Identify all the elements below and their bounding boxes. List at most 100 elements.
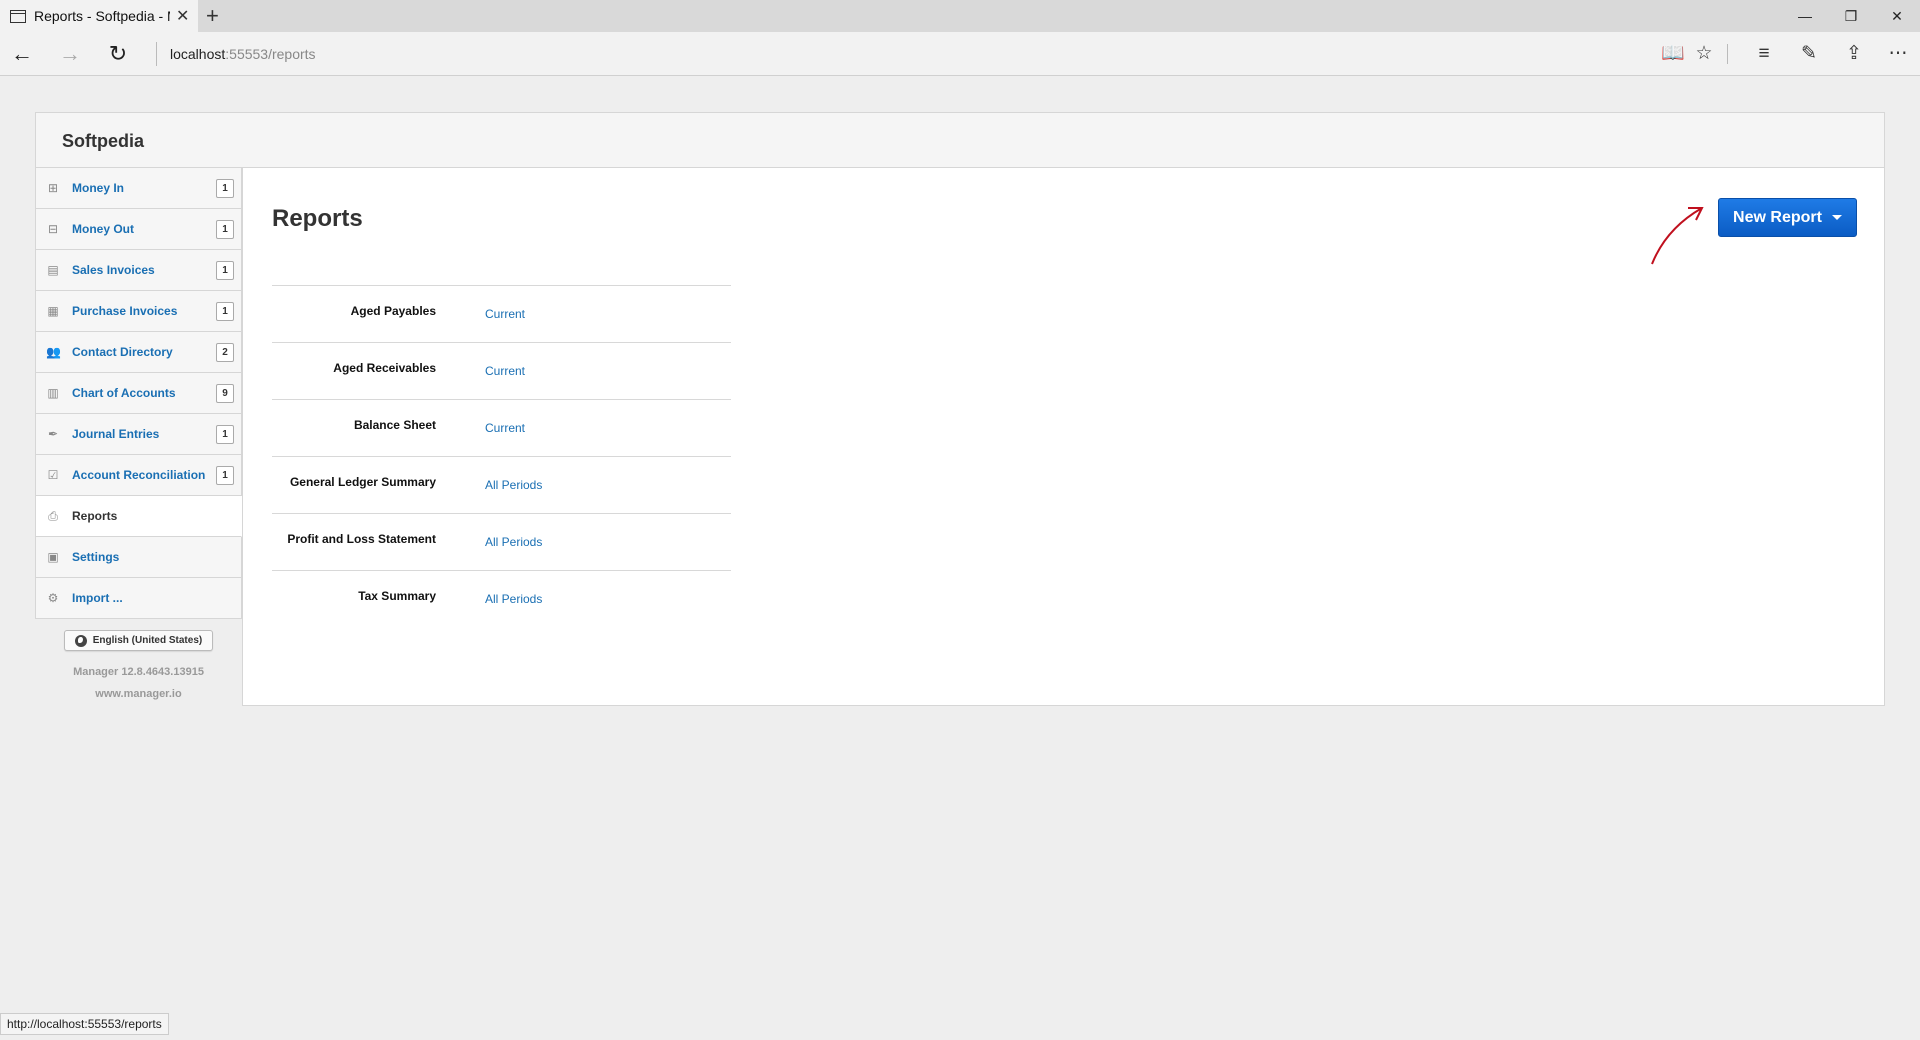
toolbar-separator bbox=[1727, 44, 1728, 64]
count-badge: 1 bbox=[216, 179, 234, 198]
back-icon[interactable]: ← bbox=[8, 40, 36, 68]
close-tab-icon[interactable]: ✕ bbox=[176, 6, 189, 26]
minus-square-icon: ⊟ bbox=[47, 222, 59, 236]
reports-table: Aged Payables Current Aged Receivables C… bbox=[272, 285, 731, 627]
table-row: Profit and Loss Statement All Periods bbox=[272, 513, 731, 570]
users-icon: 👥 bbox=[46, 345, 61, 359]
sidebar-item-account-reconciliation[interactable]: ☑ Account Reconciliation 1 bbox=[35, 455, 242, 496]
url-field[interactable]: localhost:55553/reports bbox=[170, 46, 316, 62]
report-name: Aged Receivables bbox=[333, 361, 436, 375]
sidebar-item-reports[interactable]: ⎙ Reports bbox=[35, 496, 242, 537]
count-badge: 1 bbox=[216, 220, 234, 239]
caret-down-icon bbox=[1831, 215, 1842, 220]
sidebar-item-money-in[interactable]: ⊞ Money In 1 bbox=[35, 168, 242, 209]
sidebar-item-sales-invoices[interactable]: ▤ Sales Invoices 1 bbox=[35, 250, 242, 291]
sidebar-item-label: Sales Invoices bbox=[72, 263, 155, 277]
restore-icon[interactable]: ❐ bbox=[1828, 0, 1874, 32]
new-report-button[interactable]: New Report bbox=[1718, 198, 1857, 237]
page-title: Reports bbox=[272, 205, 363, 232]
calendar-icon: ▦ bbox=[47, 304, 59, 318]
language-label: English (United States) bbox=[92, 635, 203, 646]
minimize-icon[interactable]: — bbox=[1782, 0, 1828, 32]
browser-tab[interactable]: Reports - Softpedia - M ✕ bbox=[0, 0, 198, 32]
sidebar-item-label: Money In bbox=[72, 181, 125, 195]
count-badge: 1 bbox=[216, 466, 234, 485]
table-row: Balance Sheet Current bbox=[272, 399, 731, 456]
app-header: Softpedia bbox=[35, 112, 1885, 168]
report-period-link[interactable]: All Periods bbox=[485, 535, 542, 549]
cash-register-icon: ▤ bbox=[47, 263, 59, 277]
hub-icon[interactable]: ≡ bbox=[1750, 40, 1778, 68]
report-period-link[interactable]: All Periods bbox=[485, 478, 542, 492]
main-content: Reports New Report Aged Payables Current… bbox=[242, 168, 1885, 706]
address-bar: ← → ↻ localhost:55553/reports 📖 ☆ ≡ ✎ ⇪ … bbox=[0, 32, 1920, 76]
count-badge: 2 bbox=[216, 343, 234, 362]
checkbox-icon: ☑ bbox=[47, 468, 59, 482]
new-tab-icon[interactable]: + bbox=[206, 3, 219, 29]
brand-title: Softpedia bbox=[62, 131, 145, 151]
printer-icon: ⎙ bbox=[48, 509, 58, 523]
table-row: General Ledger Summary All Periods bbox=[272, 456, 731, 513]
app-window: Softpedia ⊞ Money In 1 ⊟ Money Out 1 ▤ S… bbox=[35, 112, 1885, 706]
report-period-link[interactable]: Current bbox=[485, 307, 525, 321]
table-row: Tax Summary All Periods bbox=[272, 570, 731, 627]
sidebar-item-settings[interactable]: ▣ Settings bbox=[35, 537, 242, 578]
sidebar-item-label: Import ... bbox=[72, 591, 123, 605]
address-separator bbox=[156, 42, 157, 66]
browser-tab-bar: Reports - Softpedia - M ✕ + — ❐ ✕ bbox=[0, 0, 1920, 32]
sidebar-item-label: Account Reconciliation bbox=[72, 468, 206, 482]
table-row: Aged Payables Current bbox=[272, 285, 731, 342]
sidebar-item-journal-entries[interactable]: ✒ Journal Entries 1 bbox=[35, 414, 242, 455]
count-badge: 1 bbox=[216, 302, 234, 321]
new-report-label: New Report bbox=[1733, 208, 1822, 226]
import-icon: ⚙ bbox=[47, 591, 59, 605]
globe-icon bbox=[74, 634, 87, 647]
report-period-link[interactable]: Current bbox=[485, 364, 525, 378]
forward-icon[interactable]: → bbox=[56, 40, 84, 68]
page-icon bbox=[10, 9, 26, 23]
tab-title: Reports - Softpedia - M bbox=[34, 8, 170, 24]
reading-view-icon[interactable]: 📖 bbox=[1659, 40, 1687, 68]
window-controls: — ❐ ✕ bbox=[1782, 0, 1920, 32]
more-icon[interactable]: ⋯ bbox=[1884, 40, 1912, 68]
book-icon: ▥ bbox=[47, 386, 59, 400]
status-bar-url: http://localhost:55553/reports bbox=[0, 1013, 169, 1035]
table-row: Aged Receivables Current bbox=[272, 342, 731, 399]
sidebar-item-money-out[interactable]: ⊟ Money Out 1 bbox=[35, 209, 242, 250]
website-link[interactable]: www.manager.io bbox=[35, 688, 242, 700]
count-badge: 1 bbox=[216, 425, 234, 444]
sidebar-item-label: Chart of Accounts bbox=[72, 386, 176, 400]
refresh-icon[interactable]: ↻ bbox=[104, 40, 132, 68]
plus-square-icon: ⊞ bbox=[47, 181, 59, 195]
sidebar-item-purchase-invoices[interactable]: ▦ Purchase Invoices 1 bbox=[35, 291, 242, 332]
report-name: Balance Sheet bbox=[353, 418, 436, 432]
report-name: Tax Summary bbox=[358, 589, 436, 603]
report-period-link[interactable]: Current bbox=[485, 421, 525, 435]
favorite-star-icon[interactable]: ☆ bbox=[1690, 40, 1718, 68]
sidebar-item-import[interactable]: ⚙ Import ... bbox=[35, 578, 242, 619]
url-host: localhost bbox=[170, 46, 226, 62]
sidebar-item-label: Purchase Invoices bbox=[72, 304, 178, 318]
share-icon[interactable]: ⇪ bbox=[1840, 40, 1868, 68]
settings-panel-icon: ▣ bbox=[47, 550, 59, 564]
web-note-icon[interactable]: ✎ bbox=[1795, 40, 1823, 68]
sidebar-item-label: Reports bbox=[72, 509, 118, 523]
annotation-arrow-icon bbox=[1651, 207, 1704, 265]
url-path: :55553/reports bbox=[225, 46, 316, 62]
close-window-icon[interactable]: ✕ bbox=[1874, 0, 1920, 32]
count-badge: 1 bbox=[216, 261, 234, 280]
report-period-link[interactable]: All Periods bbox=[485, 592, 542, 606]
report-name: General Ledger Summary bbox=[289, 475, 436, 489]
sidebar-item-label: Money Out bbox=[72, 222, 134, 236]
sidebar: ⊞ Money In 1 ⊟ Money Out 1 ▤ Sales Invoi… bbox=[35, 168, 242, 619]
version-text: Manager 12.8.4643.13915 bbox=[73, 666, 204, 678]
sidebar-item-contact-directory[interactable]: 👥 Contact Directory 2 bbox=[35, 332, 242, 373]
pen-icon: ✒ bbox=[47, 427, 59, 441]
sidebar-item-chart-of-accounts[interactable]: ▥ Chart of Accounts 9 bbox=[35, 373, 242, 414]
language-button[interactable]: English (United States) bbox=[64, 630, 213, 651]
sidebar-item-label: Journal Entries bbox=[72, 427, 160, 441]
count-badge: 9 bbox=[216, 384, 234, 403]
report-name: Profit and Loss Statement bbox=[287, 532, 436, 546]
sidebar-item-label: Settings bbox=[72, 550, 120, 564]
report-name: Aged Payables bbox=[350, 304, 436, 318]
